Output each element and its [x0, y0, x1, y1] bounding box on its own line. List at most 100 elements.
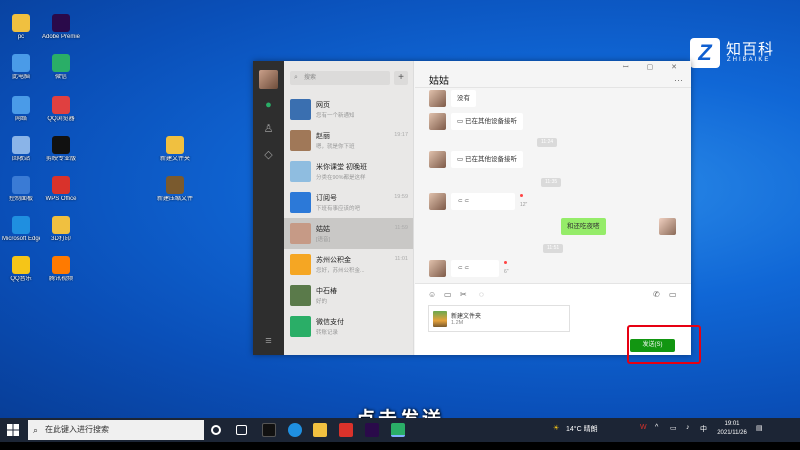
file-name: 新建文件夹 [451, 314, 482, 320]
window-controls[interactable]: ꟷ ▢ ✕ [623, 63, 685, 72]
contacts-icon[interactable]: ♙ [262, 123, 275, 136]
menu-icon[interactable]: ≡ [262, 335, 275, 348]
tray-expand-icon[interactable]: ^ [655, 424, 658, 431]
timestamp: 11:24 [537, 138, 558, 147]
send-highlight-box [627, 325, 701, 364]
task-view-windows-icon[interactable] [236, 425, 247, 435]
file-attachment[interactable]: 新建文件夹 1.2M [428, 305, 570, 332]
call-record-bubble[interactable]: ▭ 已在其他设备接听 [451, 151, 523, 168]
emoji-icon[interactable]: ☺ [428, 290, 436, 299]
conversation-item[interactable]: 米你课堂 初晚班 分类在90%都是这样 [284, 156, 413, 187]
conversation-item[interactable]: 中石椿 好的 [284, 280, 413, 311]
desktop-icon[interactable]: 剪映专业版 [42, 136, 80, 163]
conversation-item[interactable]: 微信支付 转账记录 [284, 311, 413, 342]
conversation-name: 网页 [316, 102, 330, 109]
favorites-icon[interactable]: ◇ [262, 149, 275, 162]
chat-icon[interactable]: ● [262, 99, 275, 112]
chat-panel: 姑姑 ꟷ ▢ ✕ ··· 没有 ▭ 已在其他设备接听 11:24 ▭ 已在其他设… [415, 61, 691, 355]
conversation-item[interactable]: 赵丽 嗯，就是你下班 19:17 [284, 125, 413, 156]
conversation-preview: [语音] [316, 237, 331, 243]
edge-taskbar-icon[interactable] [288, 423, 302, 437]
desktop-icon[interactable]: 控制面板 [2, 176, 40, 203]
conversation-avatar [290, 254, 311, 275]
chat-history-icon[interactable]: ◌ [479, 290, 484, 299]
desktop-icon[interactable]: QQ音乐 [2, 256, 40, 283]
desktop-icon-label: QQ浏览器 [47, 116, 75, 122]
conversation-preview: 嗯，就是你下班 [316, 144, 355, 150]
conversation-name: 姑姑 [316, 226, 330, 233]
voice-duration: 6" [504, 269, 509, 275]
conversation-item[interactable]: 网页 您有一个新通知 [284, 94, 413, 125]
desktop-icon-label: 此电脑 [11, 74, 30, 80]
wps-taskbar-icon[interactable] [339, 423, 353, 437]
taskbar-clock[interactable]: 19:01 2021/11/26 [714, 420, 750, 438]
conversation-name: 米你课堂 初晚班 [316, 164, 367, 171]
ime-indicator[interactable]: 中 [700, 424, 707, 434]
wechat-taskbar-icon[interactable] [391, 423, 405, 437]
tray-wps-icon[interactable]: W [640, 424, 647, 431]
desktop-icon[interactable]: WPS Office [42, 176, 80, 203]
conversation-avatar [290, 285, 311, 306]
my-avatar[interactable] [259, 70, 278, 89]
weather-icon[interactable]: ☀ [553, 424, 559, 432]
network-icon[interactable]: ▭ [670, 424, 677, 432]
desktop-icon[interactable]: 此电脑 [2, 54, 40, 81]
call-record-bubble[interactable]: ▭ 已在其他设备接听 [451, 113, 523, 130]
archive-file-icon [433, 311, 447, 327]
desktop-icon[interactable]: Microsoft Edge [2, 216, 40, 243]
desktop-icon[interactable]: 新建压缩文件 [156, 176, 194, 203]
voice-bubble[interactable]: ⸦⸦ [451, 193, 515, 210]
more-icon[interactable]: ··· [674, 75, 683, 85]
desktop-icon-label: Microsoft Edge [2, 236, 40, 242]
desktop-app-icon [52, 216, 70, 234]
premiere-taskbar-icon[interactable] [365, 423, 379, 437]
desktop-icon[interactable]: 回收站 [2, 136, 40, 163]
volume-icon[interactable]: ♪ [686, 424, 690, 431]
desktop-icon[interactable]: 新建文件夹 [156, 136, 194, 163]
desktop-icon[interactable]: Adobe Premiere... [42, 14, 80, 41]
conversation-item[interactable]: 苏州公积金 您好，苏州公积金... 11:01 [284, 249, 413, 280]
desktop-icon[interactable]: pc [2, 14, 40, 41]
letterbox-bar [0, 442, 800, 450]
video-subtitle: 点击发送 [0, 404, 800, 418]
notification-icon[interactable]: ▤ [756, 424, 763, 432]
explorer-taskbar-icon[interactable] [313, 423, 327, 437]
scissors-icon[interactable]: ✂ [460, 290, 467, 299]
desktop-app-icon [52, 176, 70, 194]
contact-avatar [429, 260, 446, 277]
my-message-bubble[interactable]: 和还吃夜嗒 [561, 218, 606, 235]
desktop-icon[interactable]: 3D打印 [42, 216, 80, 243]
message-bubble[interactable]: 没有 [451, 90, 476, 107]
desktop-app-icon [12, 256, 30, 274]
desktop-icon-label: 腾讯视频 [48, 276, 73, 282]
windows-start-icon[interactable] [7, 424, 19, 436]
desktop-icon-label: 新建压缩文件 [156, 196, 193, 202]
desktop-icon[interactable]: 网络 [2, 96, 40, 123]
contact-avatar [429, 90, 446, 107]
voice-bubble[interactable]: ⸦⸦ [451, 260, 499, 277]
voice-call-icon[interactable]: ✆ [653, 290, 660, 299]
conversation-avatar [290, 161, 311, 182]
conversation-item[interactable]: 订阅号 下班有事应该的吧 19:59 [284, 187, 413, 218]
desktop-app-icon [12, 136, 30, 154]
desktop-icon[interactable]: 腾讯视频 [42, 256, 80, 283]
desktop-app-icon [52, 96, 70, 114]
add-button[interactable]: + [394, 71, 408, 85]
search-input[interactable]: ⌕ 搜索 [290, 71, 390, 85]
desktop-icon[interactable]: QQ浏览器 [42, 96, 80, 123]
desktop-icon[interactable]: 微信 [42, 54, 80, 81]
contact-avatar [429, 113, 446, 130]
conversation-preview: 好的 [316, 299, 328, 305]
desktop-app-icon [12, 176, 30, 194]
video-call-icon[interactable]: ▭ [669, 290, 677, 299]
jianying-taskbar-icon[interactable] [262, 423, 276, 437]
desktop-app-icon [52, 136, 70, 154]
desktop-app-icon [52, 14, 70, 32]
task-view-icon[interactable] [211, 425, 221, 435]
weather-text[interactable]: 14°C 晴朗 [566, 424, 598, 434]
clock-time: 19:01 [724, 421, 740, 427]
folder-icon[interactable]: ▭ [444, 290, 452, 299]
call-record-text: 已在其他设备接听 [464, 156, 517, 163]
taskbar-search-input[interactable]: ⌕ 在此键入进行搜索 [28, 420, 204, 440]
conversation-item[interactable]: 姑姑 [语音] 11:59 [284, 218, 413, 249]
